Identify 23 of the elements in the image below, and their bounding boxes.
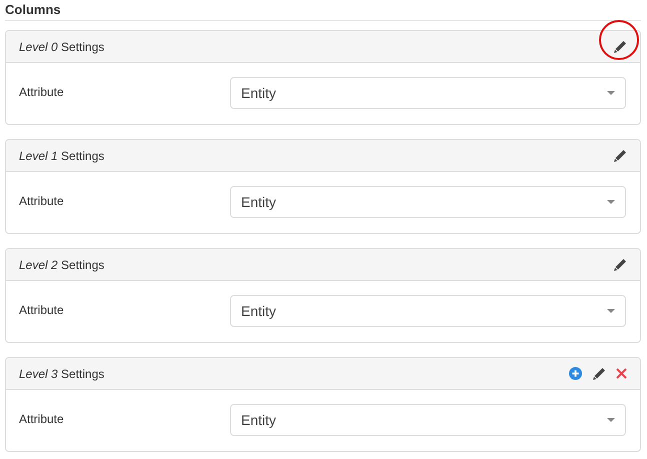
- panel-title: Level 0 Settings: [19, 40, 104, 54]
- pencil-icon[interactable]: [613, 258, 627, 272]
- pencil-icon[interactable]: [592, 366, 606, 380]
- field-label: Attribute: [19, 412, 64, 426]
- panel-title: Level 3 Settings: [19, 366, 104, 380]
- caret-icon: [607, 91, 615, 95]
- pencil-icon[interactable]: [613, 148, 627, 162]
- section-heading: Columns: [5, 2, 641, 21]
- add-icon[interactable]: [569, 367, 582, 380]
- caret-icon: [607, 200, 615, 204]
- caret-icon: [607, 418, 615, 422]
- attribute-dropdown[interactable]: Entity: [230, 404, 626, 436]
- attribute-dropdown[interactable]: Entity: [230, 77, 626, 109]
- panel-title: Level 1 Settings: [19, 148, 104, 162]
- caret-icon: [607, 309, 615, 313]
- attribute-dropdown[interactable]: Entity: [230, 295, 626, 327]
- panel-title: Level 2 Settings: [19, 258, 104, 272]
- attribute-dropdown[interactable]: Entity: [230, 186, 626, 218]
- close-icon[interactable]: [616, 368, 627, 379]
- field-label: Attribute: [19, 85, 64, 99]
- field-label: Attribute: [19, 194, 64, 208]
- pencil-icon[interactable]: [613, 40, 627, 54]
- field-label: Attribute: [19, 303, 64, 317]
